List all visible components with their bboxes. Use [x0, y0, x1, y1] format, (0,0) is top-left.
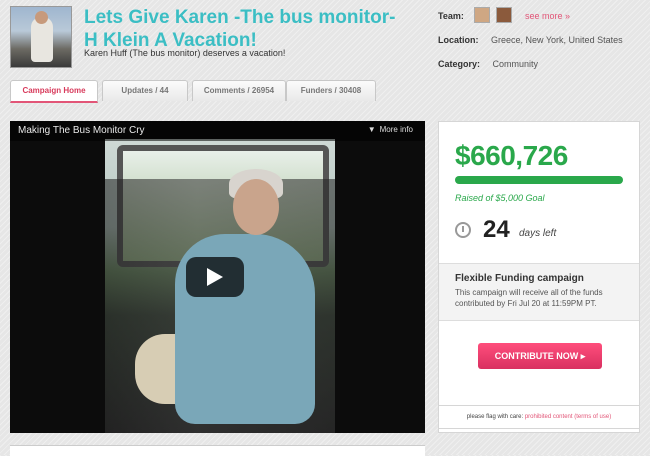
play-button[interactable]	[186, 257, 244, 297]
flag-prefix: please flag with care:	[466, 414, 524, 420]
tab-campaign-home[interactable]: Campaign Home	[10, 80, 98, 103]
clock-icon	[455, 222, 471, 238]
contribute-now-button[interactable]: CONTRIBUTE NOW ▸	[478, 343, 602, 369]
funding-card: $660,726 Raised of $5,000 Goal 24 days l…	[438, 121, 640, 433]
campaign-thumbnail[interactable]	[10, 6, 72, 68]
flag-notice: please flag with care: prohibited conten…	[438, 405, 640, 429]
chevron-down-icon: ▼	[367, 125, 376, 134]
raised-of-goal: Raised of $5,000 Goal	[455, 193, 545, 203]
video-player[interactable]: Making The Bus Monitor Cry ▼ More info	[10, 121, 425, 433]
category-value[interactable]: Community	[493, 59, 539, 69]
more-info-button[interactable]: ▼ More info	[368, 125, 413, 134]
flexible-funding-box: Flexible Funding campaign This campaign …	[439, 263, 639, 321]
category-row: Category: Community	[438, 59, 538, 69]
terms-of-use-link[interactable]: (terms of use)	[574, 414, 611, 420]
days-left-number: 24	[483, 216, 510, 243]
days-left-label: days left	[519, 228, 557, 239]
play-icon	[207, 268, 223, 286]
category-label: Category:	[438, 59, 481, 69]
person-head	[233, 179, 279, 235]
team-avatar-2[interactable]	[496, 7, 512, 23]
campaign-subtitle: Karen Huff (The bus monitor) deserves a …	[84, 48, 286, 58]
video-title-bar: Making The Bus Monitor Cry ▼ More info	[10, 121, 425, 141]
flexible-funding-title: Flexible Funding campaign	[455, 273, 584, 284]
amount-raised: $660,726	[455, 140, 568, 171]
funding-progress-fill	[455, 176, 623, 184]
video-title[interactable]: Making The Bus Monitor Cry	[18, 125, 145, 136]
thumbnail-head	[35, 11, 48, 24]
location-row: Location: Greece, New York, United State…	[438, 35, 623, 45]
tab-updates[interactable]: Updates / 44	[102, 80, 188, 101]
tab-comments[interactable]: Comments / 26954	[192, 80, 286, 101]
tab-funders[interactable]: Funders / 30408	[286, 80, 376, 101]
content-footer-strip	[10, 445, 425, 456]
funding-progress-bar	[455, 176, 623, 184]
flexible-funding-text: This campaign will receive all of the fu…	[455, 288, 603, 308]
team-avatar-1[interactable]	[474, 7, 490, 23]
team-label: Team:	[438, 11, 464, 21]
location-value: Greece, New York, United States	[491, 35, 623, 45]
team-row: Team:	[438, 11, 464, 21]
prohibited-content-link[interactable]: prohibited content	[525, 414, 573, 420]
see-more-link[interactable]: see more »	[525, 11, 570, 21]
campaign-header: Lets Give Karen -The bus monitor- H Klei…	[0, 0, 650, 80]
location-label: Location:	[438, 35, 479, 45]
campaign-title: Lets Give Karen -The bus monitor- H Klei…	[84, 7, 396, 51]
more-info-label: More info	[379, 125, 413, 134]
